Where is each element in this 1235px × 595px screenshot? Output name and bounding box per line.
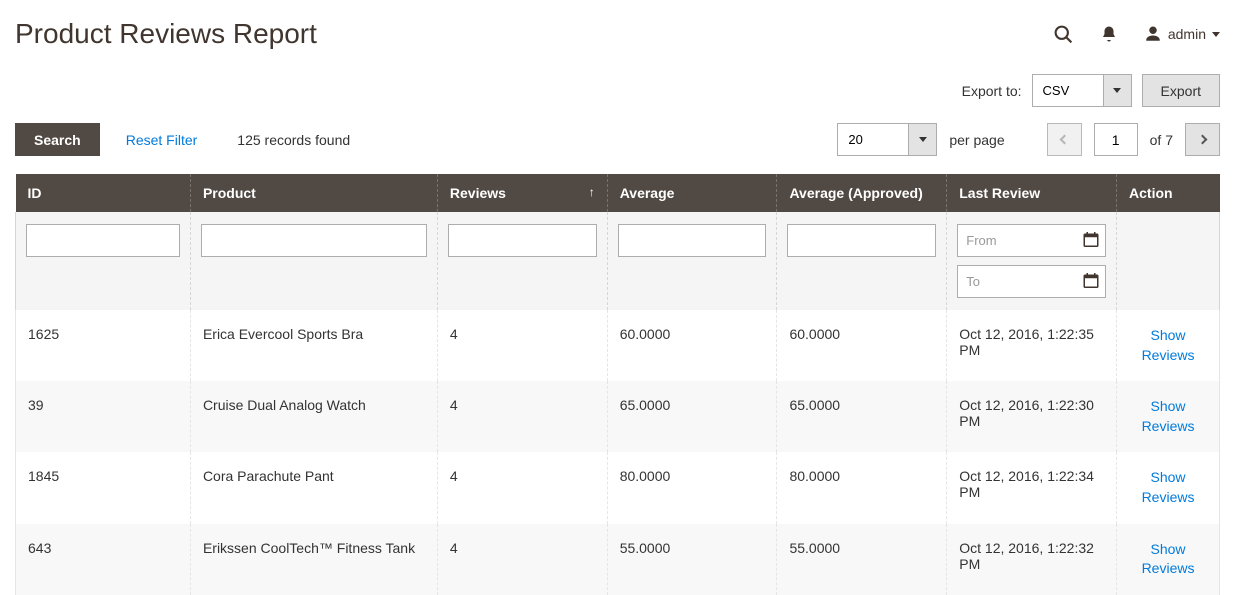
records-count: 125 records found bbox=[237, 132, 350, 148]
cell-last-review: Oct 12, 2016, 1:22:34 PM bbox=[947, 452, 1117, 523]
filter-reviews-input[interactable] bbox=[448, 224, 597, 257]
cell-id: 1625 bbox=[16, 310, 191, 381]
next-page-button[interactable] bbox=[1185, 123, 1220, 156]
show-reviews-link[interactable]: ShowReviews bbox=[1129, 540, 1207, 579]
calendar-icon[interactable] bbox=[1082, 271, 1100, 292]
cell-reviews: 4 bbox=[437, 310, 607, 381]
cell-product: Cora Parachute Pant bbox=[190, 452, 437, 523]
col-header-product[interactable]: Product bbox=[190, 174, 437, 212]
col-header-average[interactable]: Average bbox=[607, 174, 777, 212]
cell-average-approved: 80.0000 bbox=[777, 452, 947, 523]
cell-average-approved: 55.0000 bbox=[777, 524, 947, 595]
search-button[interactable]: Search bbox=[15, 123, 100, 156]
table-row[interactable]: 1845Cora Parachute Pant480.000080.0000Oc… bbox=[16, 452, 1220, 523]
cell-last-review: Oct 12, 2016, 1:22:32 PM bbox=[947, 524, 1117, 595]
show-reviews-link[interactable]: ShowReviews bbox=[1129, 468, 1207, 507]
cell-average-approved: 60.0000 bbox=[777, 310, 947, 381]
chevron-down-icon bbox=[1212, 32, 1220, 37]
table-row[interactable]: 39Cruise Dual Analog Watch465.000065.000… bbox=[16, 381, 1220, 452]
bell-icon[interactable] bbox=[1100, 24, 1118, 44]
per-page-select[interactable]: 20 bbox=[837, 123, 937, 156]
show-reviews-link[interactable]: ShowReviews bbox=[1129, 397, 1207, 436]
export-label: Export to: bbox=[962, 83, 1022, 99]
export-format-select[interactable]: CSV bbox=[1032, 74, 1132, 107]
reset-filter-link[interactable]: Reset Filter bbox=[126, 132, 198, 148]
admin-user-label: admin bbox=[1168, 26, 1206, 42]
search-icon[interactable] bbox=[1053, 24, 1074, 45]
col-header-action: Action bbox=[1117, 174, 1220, 212]
filter-product-input[interactable] bbox=[201, 224, 427, 257]
chevron-left-icon bbox=[1059, 135, 1069, 145]
col-header-id[interactable]: ID bbox=[16, 174, 191, 212]
table-row[interactable]: 643Erikssen CoolTech™ Fitness Tank455.00… bbox=[16, 524, 1220, 595]
cell-average-approved: 65.0000 bbox=[777, 381, 947, 452]
filter-id-input[interactable] bbox=[26, 224, 180, 257]
filter-average-approved-input[interactable] bbox=[787, 224, 936, 257]
cell-id: 643 bbox=[16, 524, 191, 595]
per-page-label: per page bbox=[949, 132, 1004, 148]
cell-last-review: Oct 12, 2016, 1:22:35 PM bbox=[947, 310, 1117, 381]
cell-average: 80.0000 bbox=[607, 452, 777, 523]
user-icon bbox=[1144, 25, 1162, 43]
col-header-reviews[interactable]: Reviews↑ bbox=[437, 174, 607, 212]
chevron-right-icon bbox=[1198, 135, 1208, 145]
page-number-input[interactable] bbox=[1094, 123, 1138, 156]
cell-id: 39 bbox=[16, 381, 191, 452]
filter-average-input[interactable] bbox=[618, 224, 767, 257]
cell-last-review: Oct 12, 2016, 1:22:30 PM bbox=[947, 381, 1117, 452]
prev-page-button[interactable] bbox=[1047, 123, 1082, 156]
admin-user-menu[interactable]: admin bbox=[1144, 25, 1220, 43]
col-header-last-review[interactable]: Last Review bbox=[947, 174, 1117, 212]
reviews-table: ID Product Reviews↑ Average Average (App… bbox=[15, 174, 1220, 595]
page-total-label: of 7 bbox=[1150, 132, 1173, 148]
cell-reviews: 4 bbox=[437, 524, 607, 595]
page-title: Product Reviews Report bbox=[15, 18, 317, 50]
export-button[interactable]: Export bbox=[1142, 74, 1220, 107]
table-row[interactable]: 1625Erica Evercool Sports Bra460.000060.… bbox=[16, 310, 1220, 381]
show-reviews-link[interactable]: ShowReviews bbox=[1129, 326, 1207, 365]
cell-reviews: 4 bbox=[437, 452, 607, 523]
cell-product: Erica Evercool Sports Bra bbox=[190, 310, 437, 381]
cell-id: 1845 bbox=[16, 452, 191, 523]
cell-average: 65.0000 bbox=[607, 381, 777, 452]
cell-reviews: 4 bbox=[437, 381, 607, 452]
calendar-icon[interactable] bbox=[1082, 230, 1100, 251]
cell-average: 60.0000 bbox=[607, 310, 777, 381]
col-header-average-approved[interactable]: Average (Approved) bbox=[777, 174, 947, 212]
cell-product: Erikssen CoolTech™ Fitness Tank bbox=[190, 524, 437, 595]
sort-asc-icon: ↑ bbox=[589, 185, 595, 199]
cell-product: Cruise Dual Analog Watch bbox=[190, 381, 437, 452]
cell-average: 55.0000 bbox=[607, 524, 777, 595]
